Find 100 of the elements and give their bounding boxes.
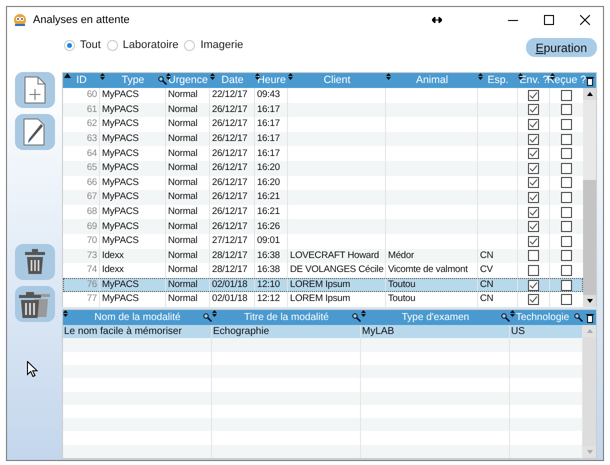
- checkbox[interactable]: [561, 134, 572, 145]
- checkbox[interactable]: [528, 294, 539, 306]
- filter-radio[interactable]: Laboratoire: [106, 37, 178, 54]
- sort-icon[interactable]: [210, 73, 215, 80]
- sort-icon[interactable]: [100, 73, 105, 80]
- table-cell-text: Toutou: [388, 292, 416, 306]
- table-row[interactable]: 67 MyPACS Normal 26/12/17 16:21: [63, 190, 583, 205]
- search-icon[interactable]: [574, 313, 583, 322]
- sort-icon[interactable]: [288, 73, 293, 80]
- checkbox[interactable]: [528, 236, 539, 247]
- table-cell: Normal: [168, 88, 198, 102]
- table-cell: 16:17: [257, 146, 280, 161]
- checkbox[interactable]: [528, 221, 539, 232]
- checkbox[interactable]: [528, 250, 539, 262]
- scroll-down-icon[interactable]: [586, 298, 592, 303]
- maximize-icon[interactable]: [544, 15, 554, 25]
- resize-arrow-icon: [432, 17, 442, 23]
- checkbox[interactable]: [528, 264, 539, 276]
- table-cell-text: MyLAB: [362, 325, 394, 340]
- checkbox[interactable]: [561, 148, 572, 160]
- checkbox[interactable]: [528, 280, 539, 291]
- sort-icon[interactable]: [386, 73, 391, 80]
- table-cell: 09:01: [257, 234, 280, 248]
- table-row[interactable]: 61 MyPACS Normal 26/12/17 16:17: [63, 102, 583, 118]
- checkbox[interactable]: [528, 206, 539, 218]
- table-row[interactable]: 68 MyPACS Normal 26/12/17 16:21: [63, 204, 583, 220]
- table-cell: 66: [86, 176, 97, 190]
- sort-icon[interactable]: [63, 310, 68, 317]
- delete-button[interactable]: [14, 244, 54, 280]
- table-cell-text: 68: [86, 204, 97, 219]
- table-cell-text: Normal: [168, 292, 198, 306]
- search-icon[interactable]: [501, 313, 510, 322]
- checkbox[interactable]: [561, 177, 572, 188]
- table-row[interactable]: 65 MyPACS Normal 26/12/17 16:20: [63, 160, 583, 176]
- checkbox[interactable]: [561, 250, 572, 262]
- table-cell: Normal: [168, 146, 198, 161]
- checkbox[interactable]: [561, 118, 572, 130]
- checkbox[interactable]: [561, 206, 572, 218]
- search-icon[interactable]: [352, 313, 361, 322]
- checkbox[interactable]: [528, 162, 539, 174]
- checkbox[interactable]: [561, 192, 572, 203]
- table-cell-text: 63: [86, 132, 97, 146]
- checkbox[interactable]: [561, 236, 572, 247]
- table-row[interactable]: 69 MyPACS Normal 26/12/17 16:26: [63, 219, 583, 234]
- table-cell-text: Normal: [168, 204, 198, 219]
- table-row[interactable]: 73 Idexx Normal 28/12/17 16:38 LOVECRAFT Howard Médor CN: [63, 248, 583, 264]
- table-row[interactable]: Le nom facile à mémoriser Echographie MyLAB US: [63, 325, 583, 338]
- table-cell-text: CV: [480, 263, 493, 278]
- table-cell-text: LOREM Ipsum: [290, 278, 350, 292]
- table-cell-text: Normal: [168, 263, 198, 278]
- table-row[interactable]: 66 MyPACS Normal 26/12/17 16:20: [63, 176, 583, 190]
- checkbox[interactable]: [561, 264, 572, 276]
- checkbox[interactable]: [528, 104, 539, 116]
- checkbox[interactable]: [561, 162, 572, 174]
- sort-ascending-icon[interactable]: [64, 73, 71, 78]
- filter-radio[interactable]: Tout: [64, 37, 101, 54]
- checkbox[interactable]: [528, 177, 539, 188]
- checkbox[interactable]: [561, 221, 572, 232]
- table-cell-text: 67: [86, 190, 97, 204]
- checkbox[interactable]: [561, 294, 572, 306]
- table-cell-text: CN: [480, 278, 494, 292]
- checkbox[interactable]: [528, 148, 539, 160]
- checkbox[interactable]: [528, 192, 539, 203]
- window-title: Analyses en attente: [33, 12, 130, 28]
- checkbox[interactable]: [528, 134, 539, 145]
- sort-icon[interactable]: [478, 73, 483, 80]
- search-icon[interactable]: [158, 76, 167, 85]
- checkbox[interactable]: [528, 90, 539, 101]
- scrollbar[interactable]: [583, 88, 596, 307]
- sort-icon[interactable]: [361, 310, 366, 317]
- new-document-button[interactable]: [14, 72, 54, 108]
- checkbox[interactable]: [561, 90, 572, 101]
- table-cell-text: 16:17: [257, 132, 280, 146]
- table-cell: Normal: [168, 248, 198, 263]
- scroll-up-icon[interactable]: [586, 92, 592, 96]
- checkbox[interactable]: [528, 118, 539, 130]
- sort-icon[interactable]: [510, 310, 515, 317]
- sort-icon[interactable]: [255, 73, 260, 80]
- sort-icon[interactable]: [212, 310, 217, 317]
- close-icon[interactable]: [580, 15, 590, 25]
- table-cell: Normal: [168, 176, 198, 190]
- search-icon[interactable]: [203, 313, 212, 322]
- edit-document-button[interactable]: [14, 114, 54, 150]
- delete-column-icon[interactable]: [586, 76, 594, 86]
- purge-button[interactable]: Epuration: [526, 38, 597, 57]
- table-row[interactable]: 63 MyPACS Normal 26/12/17 16:17: [63, 132, 583, 146]
- checkbox[interactable]: [561, 104, 572, 116]
- delete-all-button[interactable]: [14, 286, 54, 322]
- table-row[interactable]: 77 MyPACS Normal 02/01/18 12:12 LOREM Ipsum Toutou CN: [63, 292, 583, 307]
- table-cell: MyPACS: [102, 146, 139, 161]
- table-row[interactable]: 76 MyPACS Normal 02/01/18 12:10 LOREM Ipsum Toutou CN: [63, 278, 583, 292]
- delete-column-icon[interactable]: [586, 312, 594, 323]
- table-cell: 16:26: [257, 220, 280, 234]
- table-cell: Idexx: [102, 248, 124, 263]
- sort-icon[interactable]: [166, 73, 171, 80]
- filter-radio[interactable]: Imagerie: [184, 37, 244, 54]
- table-cell-text: Normal: [168, 190, 198, 204]
- table-cell: Normal: [168, 234, 198, 248]
- checkbox[interactable]: [561, 280, 572, 291]
- table-cell: 26/12/17: [212, 161, 248, 176]
